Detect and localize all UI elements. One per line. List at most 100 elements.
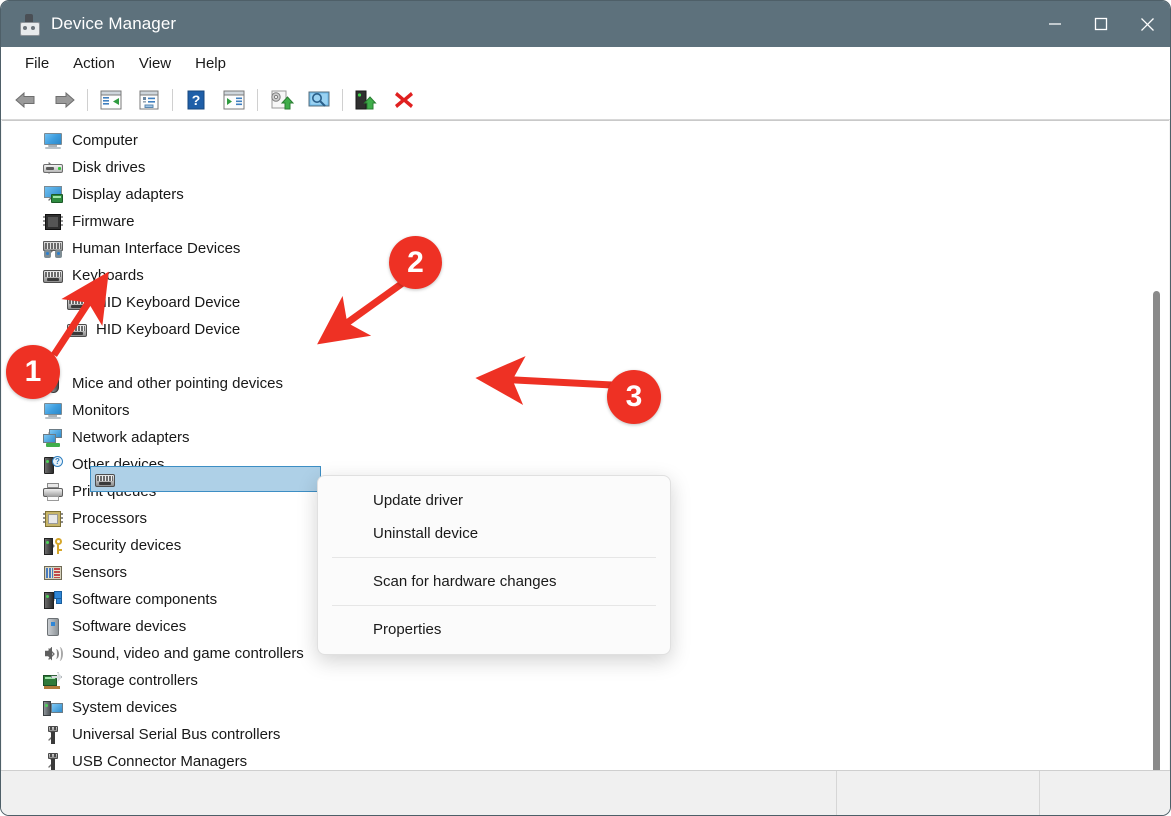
hid-icon [42,239,64,259]
window-title: Device Manager [51,14,177,33]
menu-item-action[interactable]: Action [61,52,127,75]
context-menu-item-scan-for-hardware-changes[interactable]: Scan for hardware changes [318,565,670,598]
menu-item-view[interactable]: View [127,52,183,75]
tree-row-display-adapters[interactable]: Display adapters [2,181,1145,208]
tree-row-monitors[interactable]: Monitors [2,397,1145,424]
security-device-icon [42,536,64,556]
close-icon[interactable] [1124,1,1170,47]
tree-row-computer[interactable]: Computer [2,127,1145,154]
status-bar [1,770,1170,815]
tree-row-firmware[interactable]: Firmware [2,208,1145,235]
other-devices-icon: ? [42,455,64,475]
sound-icon [42,644,64,664]
device-manager-window: Device Manager File Action View Help ? C… [0,0,1171,816]
tree-row-label: System devices [72,699,178,716]
uninstall-device-icon[interactable] [347,84,385,116]
vertical-scrollbar[interactable] [1147,121,1167,770]
context-menu[interactable]: Update driver Uninstall device Scan for … [317,475,671,655]
tree-row-label: USB Connector Managers [72,753,248,770]
context-menu-item-uninstall-device[interactable]: Uninstall device [318,517,670,550]
toolbar-separator [172,89,173,111]
keyboard-icon [66,347,88,367]
sensor-icon [42,563,64,583]
software-component-icon [42,590,64,610]
toolbar-separator [342,89,343,111]
selected-device-highlight[interactable] [90,466,321,492]
tree-row-label: Storage controllers [72,672,198,689]
tree-row-label: HID Keyboard Device [96,321,241,338]
status-pane-main [1,771,836,815]
device-tree[interactable]: Computer Disk drives Display adapters Fi… [2,127,1145,770]
window-controls [1032,1,1170,47]
tree-row-label: Processors [72,510,148,527]
context-menu-item-update-driver[interactable]: Update driver [318,484,670,517]
console-tree-icon[interactable] [92,84,130,116]
storage-controller-icon [42,671,64,691]
properties-window-icon[interactable] [130,84,168,116]
usb-icon [42,752,64,770]
menu-item-help[interactable]: Help [183,52,238,75]
tree-row-hid-keyboard-device[interactable]: HID Keyboard Device [2,289,1145,316]
tree-row-label: Sensors [72,564,128,581]
printer-icon [42,482,64,502]
tree-row-label: Monitors [72,402,130,419]
status-pane-second [837,771,1039,815]
scan-monitor-icon[interactable] [300,84,338,116]
monitor-icon [42,131,64,151]
tree-row-label: Software devices [72,618,187,635]
network-adapter-icon [42,428,64,448]
system-device-icon [42,698,64,718]
processor-icon [42,509,64,529]
tree-row-label: HID Keyboard Device [96,294,241,311]
forward-arrow-icon[interactable] [45,84,83,116]
toolbar: ? [1,81,1170,120]
question-mark-icon[interactable]: ? [177,84,215,116]
minimize-icon[interactable] [1032,1,1078,47]
annotation-marker-1: 1 [6,345,60,399]
keyboard-icon [42,266,64,286]
title-bar: Device Manager [1,1,1170,47]
tree-row-network-adapters[interactable]: Network adapters [2,424,1145,451]
context-menu-item-properties[interactable]: Properties [318,613,670,646]
tree-row-storage-controllers[interactable]: Storage controllers [2,667,1145,694]
tree-row-disk-drives[interactable]: Disk drives [2,154,1145,181]
device-tree-pane[interactable]: Computer Disk drives Display adapters Fi… [2,120,1169,770]
firmware-chip-icon [42,212,64,232]
tree-row-keyboards[interactable]: Keyboards [2,262,1145,289]
tree-row-universal-serial-bus-controllers[interactable]: Universal Serial Bus controllers [2,721,1145,748]
action-pane-icon[interactable] [215,84,253,116]
context-menu-separator [332,605,656,606]
status-pane-third [1040,771,1170,815]
tree-row-usb-connector-managers[interactable]: USB Connector Managers [2,748,1145,770]
back-arrow-icon[interactable] [7,84,45,116]
tree-row-label: Mice and other pointing devices [72,375,283,392]
tree-row-label: Sound, video and game controllers [72,645,304,662]
scrollbar-thumb[interactable] [1153,291,1160,770]
tree-row-label: Display adapters [72,186,184,203]
monitor-icon [42,401,64,421]
tree-row-label: Security devices [72,537,182,554]
toolbar-separator [87,89,88,111]
tree-row-label: Human Interface Devices [72,240,241,257]
disk-drive-icon [42,158,64,178]
tree-row-label: Disk drives [72,159,146,176]
tree-row-label: Keyboards [72,267,144,284]
tree-row-hid-keyboard-device[interactable]: HID Keyboard Device [2,316,1145,343]
software-device-icon [42,617,64,637]
device-manager-icon [18,13,40,36]
tree-row-selected-keyboard-device[interactable] [2,343,1145,370]
tree-row-human-interface-devices[interactable]: Human Interface Devices [2,235,1145,262]
tree-row-mice-and-other-pointing-devices[interactable]: Mice and other pointing devices [2,370,1145,397]
context-menu-separator [332,557,656,558]
update-driver-icon[interactable] [262,84,300,116]
usb-icon [42,725,64,745]
red-x-icon[interactable] [385,84,423,116]
tree-row-label: Firmware [72,213,135,230]
tree-row-label: Computer [72,132,138,149]
menu-item-file[interactable]: File [13,52,61,75]
keyboard-icon [94,470,116,488]
annotation-marker-3: 3 [607,370,661,424]
maximize-icon[interactable] [1078,1,1124,47]
tree-row-system-devices[interactable]: System devices [2,694,1145,721]
tree-row-label: Universal Serial Bus controllers [72,726,281,743]
